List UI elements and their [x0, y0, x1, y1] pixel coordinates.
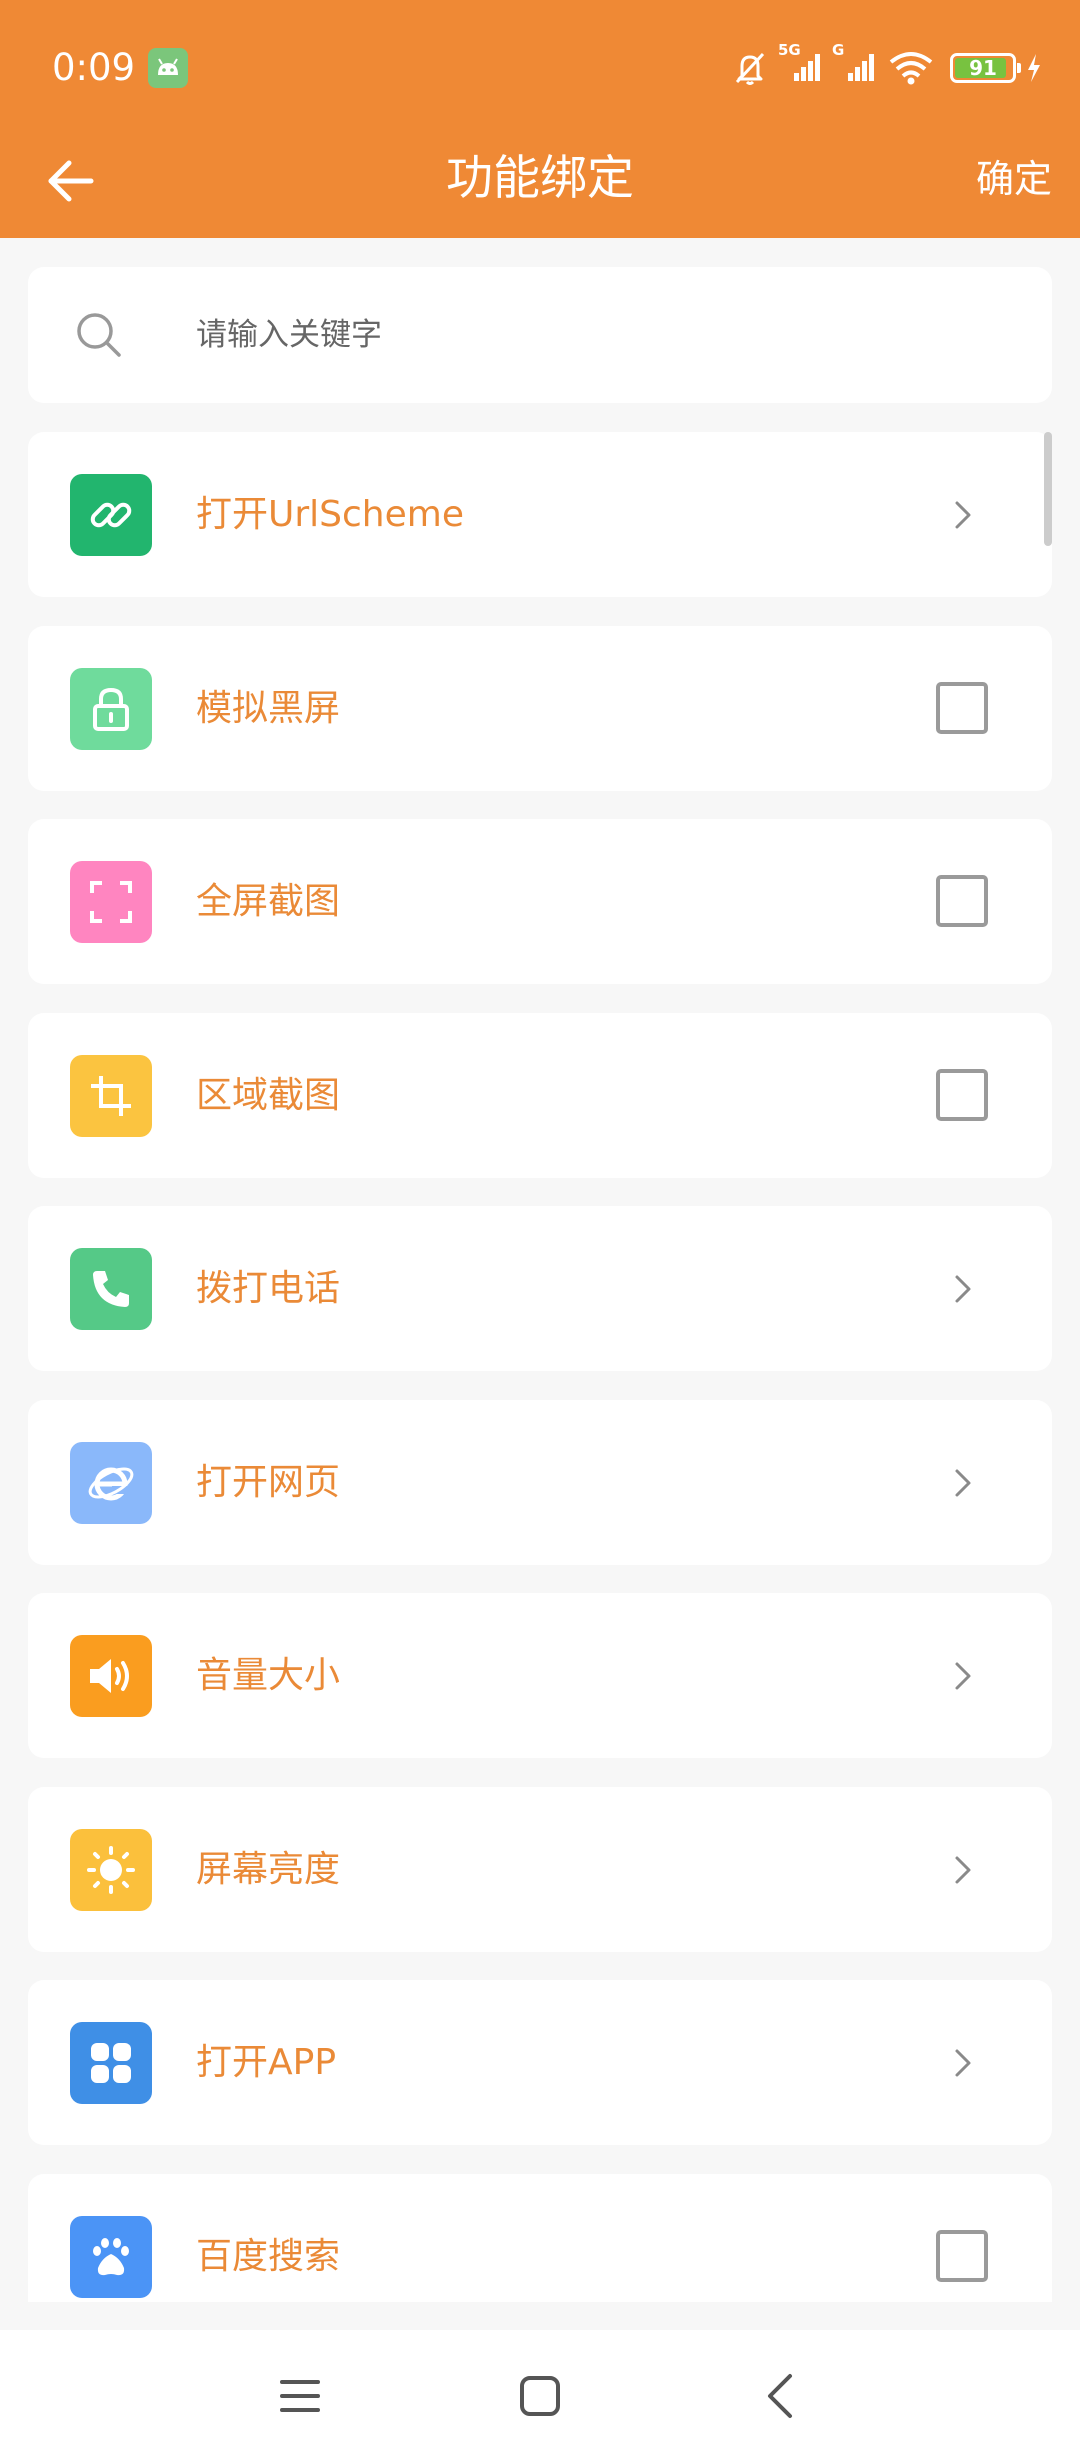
list-item-baidu-search[interactable]: 百度搜索 — [28, 2174, 1052, 2302]
chevron-right-icon — [942, 1849, 984, 1891]
home-icon — [520, 2376, 560, 2416]
checkbox[interactable] — [936, 1069, 988, 1121]
browser-icon — [70, 1442, 152, 1524]
lock-icon — [70, 668, 152, 750]
battery-level: 91 — [969, 56, 997, 80]
chevron-right-icon — [942, 2042, 984, 2084]
chevron-right-icon — [942, 1268, 984, 1310]
item-label: 全屏截图 — [196, 881, 341, 922]
list-item-brightness[interactable]: 屏幕亮度 — [28, 1787, 1052, 1952]
checkbox[interactable] — [936, 875, 988, 927]
battery-icon: 91 — [950, 53, 1021, 83]
item-label: 拨打电话 — [196, 1268, 341, 1309]
item-label: 模拟黑屏 — [196, 688, 341, 729]
page-title: 功能绑定 — [446, 151, 634, 206]
item-label: 音量大小 — [196, 1655, 341, 1696]
android-icon — [148, 48, 188, 88]
signal-icon: G — [832, 41, 878, 87]
apps-icon — [70, 2022, 152, 2104]
crop-icon — [70, 1055, 152, 1137]
chevron-right-icon — [942, 1462, 984, 1504]
system-nav-bar — [0, 2330, 1080, 2460]
list-item-simulate-black-screen[interactable]: 模拟黑屏 — [28, 626, 1052, 791]
speaker-icon — [70, 1635, 152, 1717]
list-item-volume[interactable]: 音量大小 — [28, 1593, 1052, 1758]
back-icon — [768, 2374, 792, 2418]
list-item-open-webpage[interactable]: 打开网页 — [28, 1400, 1052, 1565]
scrollbar[interactable] — [1044, 432, 1052, 546]
signal-icon: 5G — [778, 41, 824, 87]
list-item-fullscreen-screenshot[interactable]: 全屏截图 — [28, 819, 1052, 984]
app-bar: 功能绑定 确定 — [0, 132, 1080, 238]
checkbox[interactable] — [936, 2230, 988, 2282]
search-icon — [77, 313, 121, 357]
list-item-open-app[interactable]: 打开APP — [28, 1980, 1052, 2145]
list-item-area-screenshot[interactable]: 区域截图 — [28, 1013, 1052, 1178]
link-icon — [70, 474, 152, 556]
status-time: 0:09 — [52, 46, 136, 89]
item-label: 打开网页 — [196, 1462, 341, 1503]
search-input[interactable] — [168, 301, 1064, 369]
item-label: 百度搜索 — [196, 2236, 341, 2277]
item-label: 打开APP — [196, 2042, 337, 2083]
confirm-button[interactable]: 确定 — [976, 148, 1052, 210]
status-icons: 5G G 91 — [730, 40, 1042, 96]
network-type-1: 5G — [778, 41, 801, 59]
chevron-right-icon — [942, 494, 984, 536]
network-type-2: G — [832, 41, 845, 59]
fullscreen-icon — [70, 861, 152, 943]
chevron-right-icon — [942, 1655, 984, 1697]
menu-icon — [280, 2380, 320, 2412]
item-label: 打开UrlScheme — [196, 494, 464, 535]
item-label: 屏幕亮度 — [196, 1849, 341, 1890]
list-item-open-urlscheme[interactable]: 打开UrlScheme — [28, 432, 1052, 597]
baidu-icon — [70, 2216, 152, 2298]
phone-icon — [70, 1248, 152, 1330]
mute-icon — [735, 52, 765, 85]
search-bar — [28, 267, 1064, 403]
wifi-icon — [889, 52, 933, 85]
function-list: 打开UrlScheme 模拟黑屏 全屏截图 区域截图 拨打电话 打开网页 音量大… — [28, 432, 1052, 2302]
item-label: 区域截图 — [196, 1075, 341, 1116]
checkbox[interactable] — [936, 682, 988, 734]
home-button[interactable] — [508, 2364, 572, 2428]
status-bar: 0:09 5G G 91 — [0, 0, 1080, 132]
nav-back-button[interactable] — [748, 2364, 812, 2428]
menu-button[interactable] — [268, 2364, 332, 2428]
list-item-make-call[interactable]: 拨打电话 — [28, 1206, 1052, 1371]
brightness-icon — [70, 1829, 152, 1911]
charging-icon — [1028, 54, 1040, 82]
top-bar: 0:09 5G G 91 功能绑定 确定 — [0, 0, 1080, 238]
